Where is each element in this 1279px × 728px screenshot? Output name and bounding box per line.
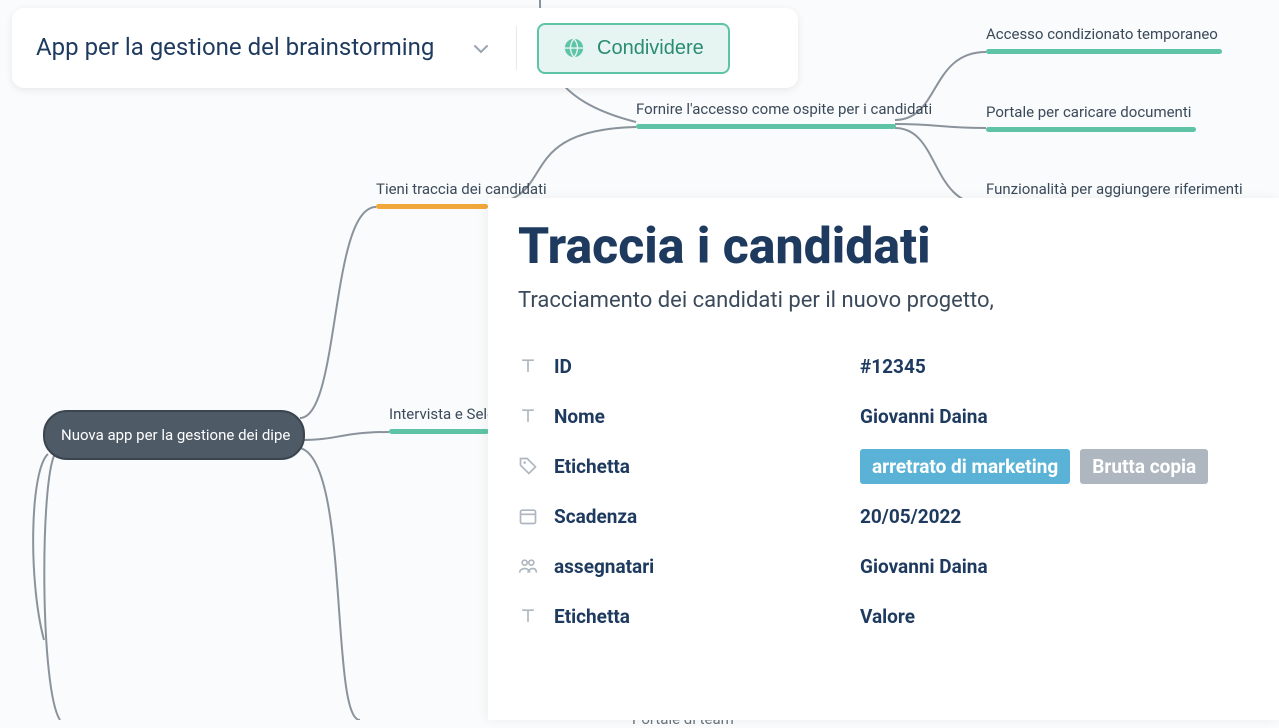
globe-icon — [563, 37, 585, 59]
prop-label: Scadenza — [554, 505, 844, 528]
prop-row-extra[interactable]: Etichetta Valore — [518, 591, 1249, 641]
node-underline — [389, 429, 489, 434]
prop-row-due[interactable]: Scadenza 20/05/2022 — [518, 491, 1249, 541]
node-portale-documenti[interactable]: Portale per caricare documenti — [986, 103, 1191, 121]
node-tieni-traccia[interactable]: Tieni traccia dei candidati — [376, 180, 547, 198]
prop-value: Giovanni Daina — [860, 405, 988, 428]
node-underline — [986, 49, 1222, 54]
node-intervista[interactable]: Intervista e Sele — [389, 405, 495, 423]
prop-row-name[interactable]: Nome Giovanni Daina — [518, 391, 1249, 441]
prop-row-tag[interactable]: Etichetta arretrato di marketing Brutta … — [518, 441, 1249, 491]
node-underline — [636, 124, 896, 129]
tag-marketing-backlog[interactable]: arretrato di marketing — [860, 449, 1070, 484]
prop-row-id[interactable]: ID #12345 — [518, 341, 1249, 391]
panel-subtitle: Tracciamento dei candidati per il nuovo … — [518, 288, 1249, 313]
divider — [516, 26, 517, 70]
prop-value: Valore — [860, 605, 915, 628]
detail-panel: Traccia i candidati Tracciamento dei can… — [488, 198, 1279, 720]
share-button[interactable]: Condividere — [537, 23, 730, 74]
node-funzionalita-riferimenti[interactable]: Funzionalità per aggiungere riferimenti — [986, 180, 1243, 198]
people-icon — [518, 556, 538, 576]
prop-label: ID — [554, 355, 844, 378]
prop-label: Etichetta — [554, 455, 844, 478]
text-icon — [518, 356, 538, 376]
share-button-label: Condividere — [597, 37, 704, 60]
text-icon — [518, 606, 538, 626]
calendar-icon — [518, 506, 538, 526]
node-underline — [986, 127, 1196, 132]
prop-label: Etichetta — [554, 605, 844, 628]
chevron-down-icon — [474, 44, 488, 54]
mindmap-root-node[interactable]: Nuova app per la gestione dei dipe — [43, 410, 305, 460]
tag-icon — [518, 456, 538, 476]
topbar: App per la gestione del brainstorming Co… — [12, 8, 798, 88]
tag-draft[interactable]: Brutta copia — [1080, 449, 1208, 484]
prop-value-tags: arretrato di marketing Brutta copia — [860, 449, 1214, 484]
text-icon — [518, 406, 538, 426]
prop-row-assignees[interactable]: assegnatari Giovanni Daina — [518, 541, 1249, 591]
panel-title: Traccia i candidati — [518, 218, 1249, 276]
document-title[interactable]: App per la gestione del brainstorming — [36, 32, 456, 63]
node-fornire-accesso[interactable]: Fornire l'accesso come ospite per i cand… — [636, 100, 932, 118]
prop-label: assegnatari — [554, 555, 844, 578]
node-underline — [376, 204, 488, 209]
prop-value: Giovanni Daina — [860, 555, 988, 578]
prop-value: #12345 — [860, 355, 926, 378]
title-dropdown[interactable] — [466, 31, 496, 66]
node-accesso-condizionato[interactable]: Accesso condizionato temporaneo — [986, 25, 1218, 43]
prop-label: Nome — [554, 405, 844, 428]
prop-value: 20/05/2022 — [860, 505, 961, 528]
